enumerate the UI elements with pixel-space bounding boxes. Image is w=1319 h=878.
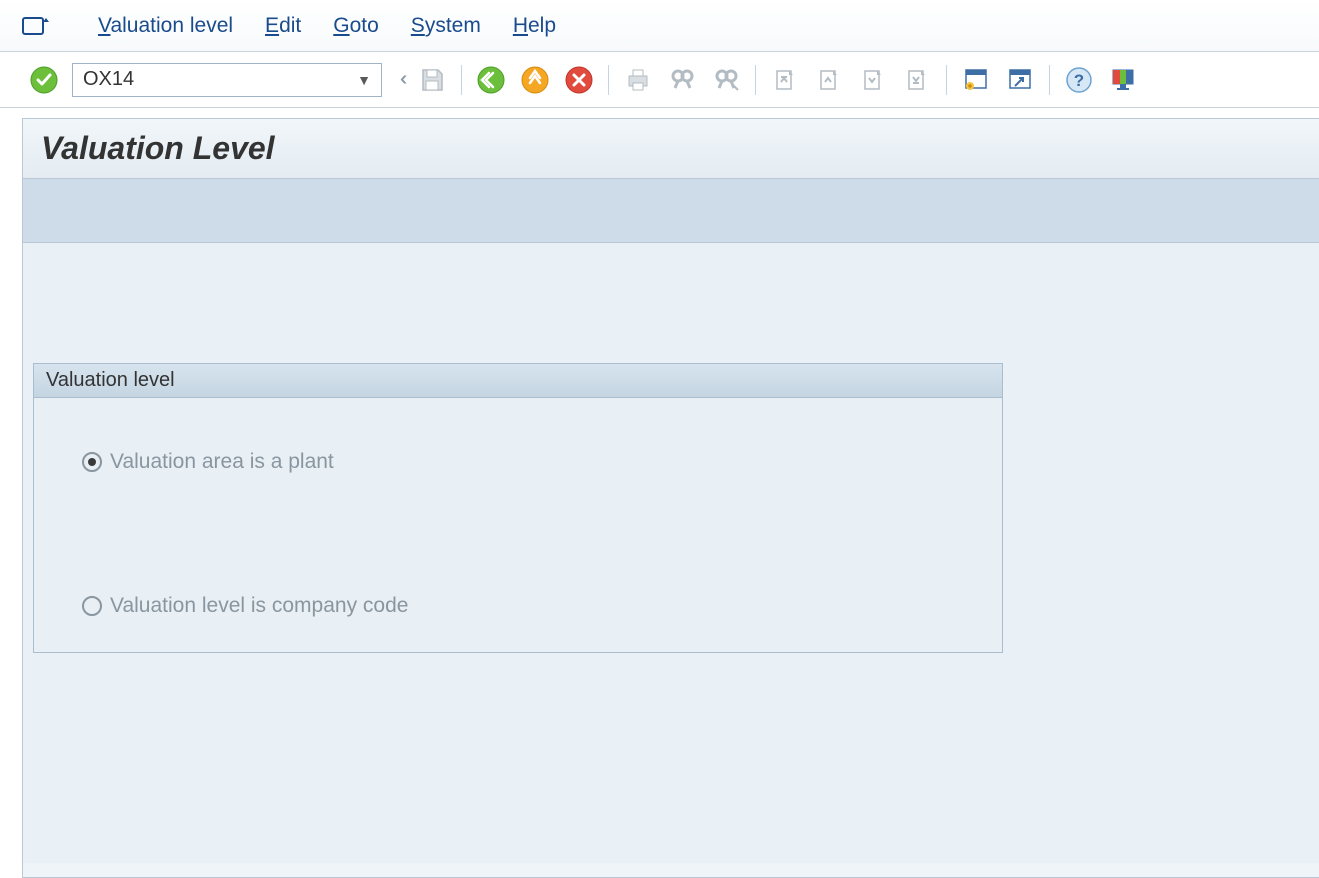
radio-label: Valuation level is company code [110, 594, 408, 618]
radio-label: Valuation area is a plant [110, 450, 334, 474]
separator [946, 65, 947, 95]
menu-bar: Valuation level Edit Goto System Help [0, 0, 1319, 52]
radio-valuation-company-code[interactable]: Valuation level is company code [82, 594, 962, 618]
last-page-icon [900, 63, 934, 97]
save-icon[interactable] [415, 63, 449, 97]
back-icon[interactable] [474, 63, 508, 97]
application-toolbar [23, 179, 1319, 243]
separator [1049, 65, 1050, 95]
collapse-icon[interactable]: ‹‹ [400, 68, 401, 91]
chevron-down-icon[interactable]: ▼ [357, 72, 371, 88]
radio-icon [82, 596, 102, 616]
shortcut-icon[interactable] [1003, 63, 1037, 97]
next-page-icon [856, 63, 890, 97]
command-field[interactable]: OX14 ▼ [72, 63, 382, 97]
page-title: Valuation Level [41, 130, 275, 167]
print-icon [621, 63, 655, 97]
radio-valuation-plant[interactable]: Valuation area is a plant [82, 450, 962, 474]
exit-icon[interactable] [518, 63, 552, 97]
layout-icon[interactable] [1106, 63, 1140, 97]
find-icon [665, 63, 699, 97]
group-title: Valuation level [34, 364, 1002, 398]
svg-text:?: ? [1074, 71, 1084, 90]
separator [608, 65, 609, 95]
menu-edit[interactable]: Edit [265, 14, 301, 38]
find-next-icon [709, 63, 743, 97]
menu-valuation-level[interactable]: Valuation level [98, 14, 233, 38]
menu-system[interactable]: System [411, 14, 481, 38]
new-session-icon[interactable] [959, 63, 993, 97]
session-menu-icon[interactable] [22, 14, 50, 38]
body-area: Valuation level Valuation area is a plan… [23, 243, 1319, 863]
title-bar: Valuation Level [23, 119, 1319, 179]
radio-icon [82, 452, 102, 472]
first-page-icon [768, 63, 802, 97]
toolbar: OX14 ▼ ‹‹ [0, 52, 1319, 108]
menu-goto[interactable]: Goto [333, 14, 379, 38]
group-valuation-level: Valuation level Valuation area is a plan… [33, 363, 1003, 653]
separator [461, 65, 462, 95]
enter-icon[interactable] [30, 66, 58, 94]
prev-page-icon [812, 63, 846, 97]
separator [755, 65, 756, 95]
help-icon[interactable]: ? [1062, 63, 1096, 97]
content-area: Valuation Level Valuation level Valuatio… [22, 118, 1319, 878]
menu-help[interactable]: Help [513, 14, 556, 38]
cancel-icon[interactable] [562, 63, 596, 97]
command-value: OX14 [83, 68, 134, 91]
